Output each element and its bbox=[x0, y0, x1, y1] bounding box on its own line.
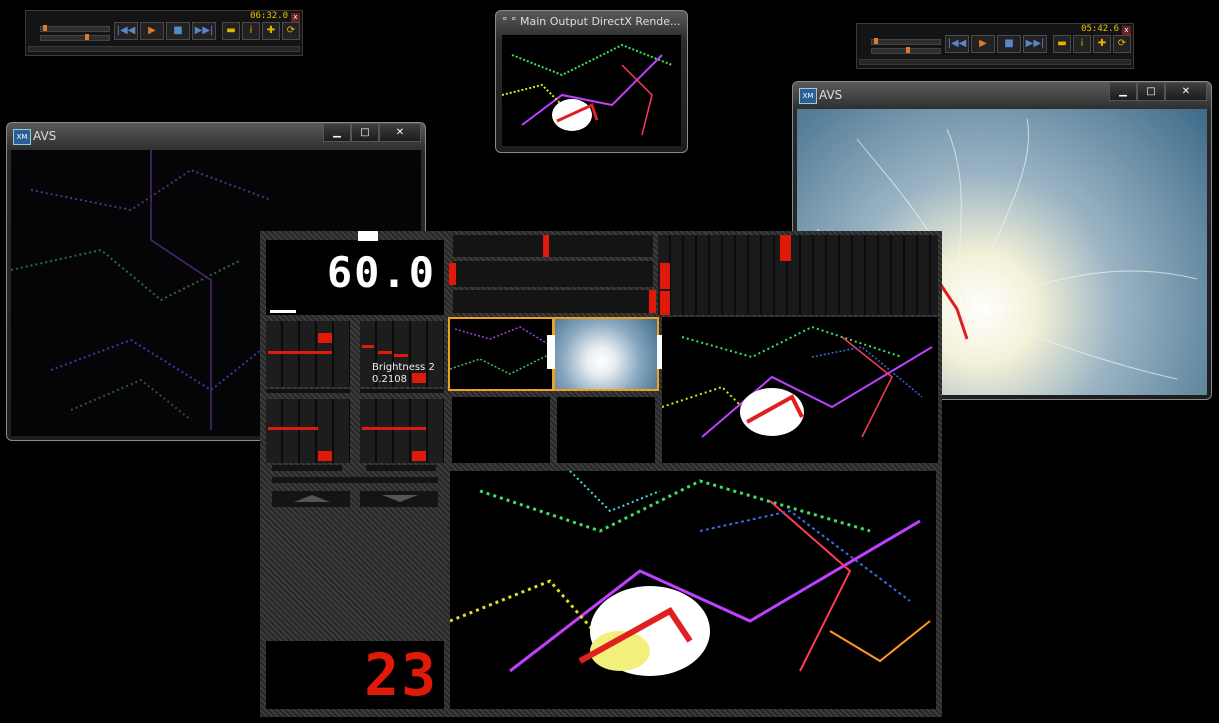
app-icon: XM bbox=[799, 88, 817, 104]
play-button[interactable]: ▶ bbox=[971, 35, 995, 53]
close-button[interactable]: ✕ bbox=[379, 123, 421, 142]
next-button[interactable]: ▶▶| bbox=[1023, 35, 1047, 53]
wrench-icon[interactable]: ✚ bbox=[1093, 35, 1111, 53]
wrench-icon[interactable]: ✚ bbox=[262, 22, 280, 40]
fader-base-2 bbox=[360, 389, 444, 393]
previous-button[interactable]: |◀◀ bbox=[945, 35, 969, 53]
preset-thumbnail-1[interactable] bbox=[448, 317, 554, 391]
folder-icon[interactable]: ▬ bbox=[1053, 35, 1071, 53]
fader-block-2[interactable]: Brightness 2 0.2108 bbox=[360, 321, 444, 387]
mini-player-left: 06:32.0 x |◀◀ ▶ ■ ▶▶| ▬ i ✚ ⟳ bbox=[25, 10, 303, 56]
scroll-down-button[interactable] bbox=[360, 491, 438, 507]
app-icon: XM bbox=[13, 129, 31, 145]
main-output-window: ° ° Main Output DirectX Rende... bbox=[495, 10, 688, 153]
close-button[interactable]: ✕ bbox=[1165, 82, 1207, 101]
fader-block-3[interactable] bbox=[266, 399, 350, 463]
fps-indicator bbox=[358, 231, 378, 241]
fps-display: 60.0 bbox=[266, 231, 444, 315]
mini-player-right: 05:42.6 x |◀◀ ▶ ■ ▶▶| ▬ i ✚ ⟳ bbox=[856, 23, 1134, 69]
preset-thumbnail-2[interactable] bbox=[547, 317, 665, 391]
volume-slider[interactable] bbox=[40, 25, 110, 32]
shuffle-icon[interactable]: ⟳ bbox=[282, 22, 300, 40]
maximize-button[interactable]: □ bbox=[1137, 82, 1165, 101]
fps-value: 60.0 bbox=[326, 248, 436, 297]
fps-meter bbox=[270, 310, 296, 313]
window-title: AVS bbox=[33, 129, 57, 143]
play-button[interactable]: ▶ bbox=[140, 22, 164, 40]
preset-slot-empty-1[interactable] bbox=[452, 397, 550, 463]
main-output-view bbox=[450, 471, 936, 709]
stop-button[interactable]: ■ bbox=[997, 35, 1021, 53]
fader-block-1[interactable] bbox=[266, 321, 350, 387]
maximize-button[interactable]: □ bbox=[351, 123, 379, 142]
horizontal-slider-1[interactable] bbox=[453, 235, 653, 257]
player-progress-bar[interactable] bbox=[28, 46, 300, 52]
counter-value: 23 bbox=[364, 641, 438, 709]
volume-slider[interactable] bbox=[871, 38, 941, 45]
preview-monitor bbox=[661, 317, 938, 463]
player-progress-bar[interactable] bbox=[859, 59, 1131, 65]
next-button[interactable]: ▶▶| bbox=[192, 22, 216, 40]
folder-icon[interactable]: ▬ bbox=[222, 22, 240, 40]
shuffle-icon[interactable]: ⟳ bbox=[1113, 35, 1131, 53]
control-panel: 60.0 Brightness 2 0.2108 23 bbox=[260, 231, 942, 717]
counter-display: 23 bbox=[266, 641, 444, 709]
horizontal-slider-2[interactable] bbox=[449, 261, 653, 287]
close-icon[interactable]: x bbox=[291, 13, 300, 22]
info-icon[interactable]: i bbox=[1073, 35, 1091, 53]
output-preview bbox=[502, 35, 681, 146]
param-label: Brightness 2 bbox=[372, 362, 435, 373]
seek-slider[interactable] bbox=[40, 34, 110, 41]
scroll-up-button[interactable] bbox=[272, 491, 350, 507]
minimize-button[interactable]: ▁ bbox=[1109, 82, 1137, 101]
seek-slider[interactable] bbox=[871, 47, 941, 54]
stop-button[interactable]: ■ bbox=[166, 22, 190, 40]
preset-slot-empty-2[interactable] bbox=[557, 397, 655, 463]
param-value: 0.2108 bbox=[372, 374, 407, 385]
player-time: 05:42.6 bbox=[1081, 24, 1119, 34]
horizontal-slider-3[interactable] bbox=[453, 290, 656, 313]
control-bar-1[interactable] bbox=[272, 465, 342, 471]
window-title: ° ° Main Output DirectX Rende... bbox=[502, 15, 681, 28]
info-icon[interactable]: i bbox=[242, 22, 260, 40]
minimize-button[interactable]: ▁ bbox=[323, 123, 351, 142]
step-grid[interactable] bbox=[658, 235, 938, 315]
window-title: AVS bbox=[819, 88, 843, 102]
control-bar-2[interactable] bbox=[366, 465, 436, 471]
player-time: 06:32.0 bbox=[250, 11, 288, 21]
previous-button[interactable]: |◀◀ bbox=[114, 22, 138, 40]
control-bar-3[interactable] bbox=[272, 477, 438, 483]
fader-base-1 bbox=[266, 389, 350, 393]
close-icon[interactable]: x bbox=[1122, 26, 1131, 35]
fader-block-4[interactable] bbox=[360, 399, 444, 463]
